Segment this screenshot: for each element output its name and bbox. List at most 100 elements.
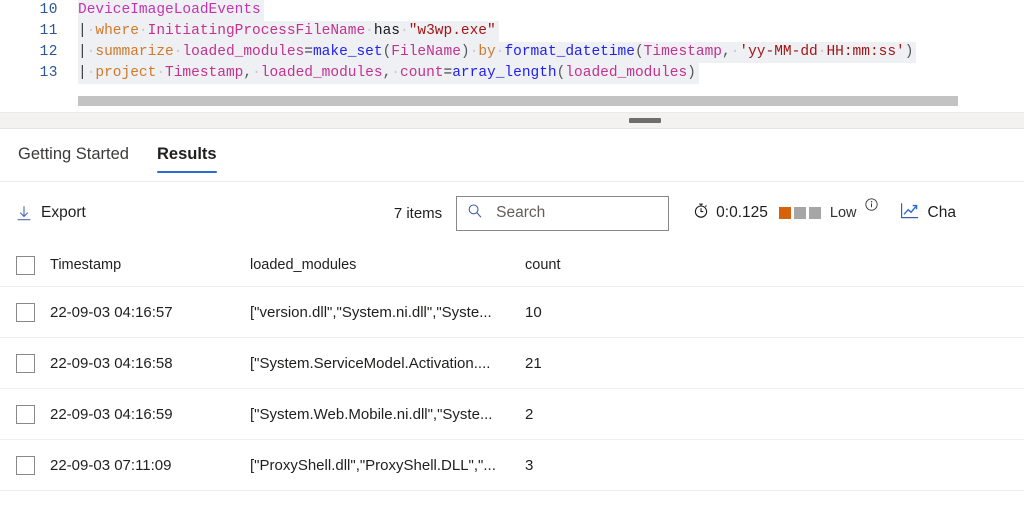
code-text[interactable]: |·project·Timestamp,·loaded_modules,·cou… (78, 63, 699, 84)
code-token: format_datetime (504, 44, 635, 60)
code-token: , (243, 65, 252, 81)
table-row[interactable]: 22-09-03 07:11:09["ProxyShell.dll","Prox… (0, 440, 1024, 491)
code-token: , (722, 44, 731, 60)
resource-usage-label: Low (830, 205, 857, 221)
code-token: loaded_modules (182, 44, 304, 60)
code-line[interactable]: 13|·project·Timestamp,·loaded_modules,·c… (0, 63, 1024, 84)
code-token: make_set (313, 44, 383, 60)
cell-timestamp: 22-09-03 07:11:09 (50, 457, 250, 474)
code-token: DeviceImageLoadEvents (78, 2, 261, 18)
export-button[interactable]: Export (8, 198, 94, 228)
code-text[interactable]: DeviceImageLoadEvents (78, 0, 264, 21)
code-token: where (95, 23, 139, 39)
query-performance-indicator: 0:0.125 Low (693, 202, 877, 224)
code-token: count (400, 65, 444, 81)
code-token: ( (383, 44, 392, 60)
column-header-count[interactable]: count (525, 257, 665, 273)
chart-button[interactable]: Cha (900, 202, 956, 225)
grid-header-row: Timestamp loaded_modules count (0, 244, 1024, 287)
splitter-grip-handle[interactable] (629, 118, 661, 123)
cell-loaded-modules: ["version.dll","System.ni.dll","Syste... (250, 304, 525, 321)
code-token: · (139, 23, 148, 39)
search-box[interactable] (456, 196, 669, 231)
code-line[interactable]: 10 DeviceImageLoadEvents (0, 0, 1024, 21)
code-token: = (444, 65, 453, 81)
export-button-label: Export (41, 204, 86, 222)
code-token: has (374, 23, 400, 39)
stopwatch-icon (693, 202, 709, 224)
download-icon (16, 205, 32, 222)
results-grid: Timestamp loaded_modules count 22-09-03 … (0, 244, 1024, 491)
select-all-cell[interactable] (0, 256, 50, 275)
code-token: ) (905, 44, 914, 60)
cell-count: 2 (525, 406, 665, 423)
resource-bar-1 (779, 207, 791, 219)
code-token: summarize (95, 44, 173, 60)
code-token: array_length (452, 65, 556, 81)
table-row[interactable]: 22-09-03 04:16:58["System.ServiceModel.A… (0, 338, 1024, 389)
editor-scrollbar-thumb[interactable] (78, 96, 958, 106)
column-header-loaded-modules[interactable]: loaded_modules (250, 257, 525, 273)
info-circle-icon[interactable] (865, 198, 878, 216)
code-token: FileName (391, 44, 461, 60)
table-row[interactable]: 22-09-03 04:16:59["System.Web.Mobile.ni.… (0, 389, 1024, 440)
code-token: · (252, 65, 261, 81)
line-number: 13 (0, 63, 58, 84)
resource-usage-bars (779, 207, 821, 219)
code-token: | (78, 65, 87, 81)
row-checkbox[interactable] (16, 303, 35, 322)
tab-getting-started-label: Getting Started (18, 145, 129, 164)
search-icon (467, 203, 483, 224)
code-token: loaded_modules (261, 65, 383, 81)
code-line[interactable]: 11|·where·InitiatingProcessFileName·has·… (0, 21, 1024, 42)
code-token: "w3wp.exe" (409, 23, 496, 39)
items-count-label: 7 items (394, 205, 442, 222)
cell-count: 10 (525, 304, 665, 321)
row-select-cell[interactable] (0, 303, 50, 322)
code-token: project (95, 65, 156, 81)
panel-splitter[interactable] (0, 112, 1024, 129)
table-row[interactable]: 22-09-03 04:16:57["version.dll","System.… (0, 287, 1024, 338)
tab-results-label: Results (157, 145, 217, 164)
line-number: 10 (0, 0, 58, 21)
code-token: 'yy-MM-dd (739, 44, 817, 60)
code-token: Timestamp (165, 65, 243, 81)
resource-bar-3 (809, 207, 821, 219)
row-checkbox[interactable] (16, 354, 35, 373)
code-token: HH:mm:ss' (826, 44, 904, 60)
cell-count: 3 (525, 457, 665, 474)
line-chart-icon (900, 202, 919, 225)
editor-horizontal-scrollbar[interactable] (0, 96, 1024, 106)
results-toolbar: Export 7 items 0:0.125 Low (0, 182, 1024, 244)
row-select-cell[interactable] (0, 405, 50, 424)
code-text[interactable]: |·where·InitiatingProcessFileName·has·"w… (78, 21, 499, 42)
code-token: · (156, 65, 165, 81)
cell-timestamp: 22-09-03 04:16:57 (50, 304, 250, 321)
query-editor[interactable]: 10DeviceImageLoadEvents11|·where·Initiat… (0, 0, 1024, 112)
cell-timestamp: 22-09-03 04:16:59 (50, 406, 250, 423)
line-number: 11 (0, 21, 58, 42)
row-select-cell[interactable] (0, 354, 50, 373)
code-token: loaded_modules (565, 65, 687, 81)
cell-loaded-modules: ["System.Web.Mobile.ni.dll","Syste... (250, 406, 525, 423)
tab-getting-started[interactable]: Getting Started (4, 129, 143, 179)
results-tabstrip: Getting Started Results (0, 129, 1024, 182)
code-token: | (78, 44, 87, 60)
code-token: = (304, 44, 313, 60)
code-line[interactable]: 12|·summarize·loaded_modules=make_set(Fi… (0, 42, 1024, 63)
code-token: by (478, 44, 495, 60)
row-checkbox[interactable] (16, 456, 35, 475)
resource-bar-2 (794, 207, 806, 219)
cell-loaded-modules: ["System.ServiceModel.Activation.... (250, 355, 525, 372)
select-all-checkbox[interactable] (16, 256, 35, 275)
tab-results[interactable]: Results (143, 129, 231, 179)
search-input[interactable] (494, 203, 658, 223)
column-header-timestamp[interactable]: Timestamp (50, 257, 250, 273)
code-token: | (78, 23, 87, 39)
row-select-cell[interactable] (0, 456, 50, 475)
code-token: , (383, 65, 392, 81)
code-text[interactable]: |·summarize·loaded_modules=make_set(File… (78, 42, 916, 63)
query-elapsed-time: 0:0.125 (716, 204, 768, 222)
row-checkbox[interactable] (16, 405, 35, 424)
cell-timestamp: 22-09-03 04:16:58 (50, 355, 250, 372)
